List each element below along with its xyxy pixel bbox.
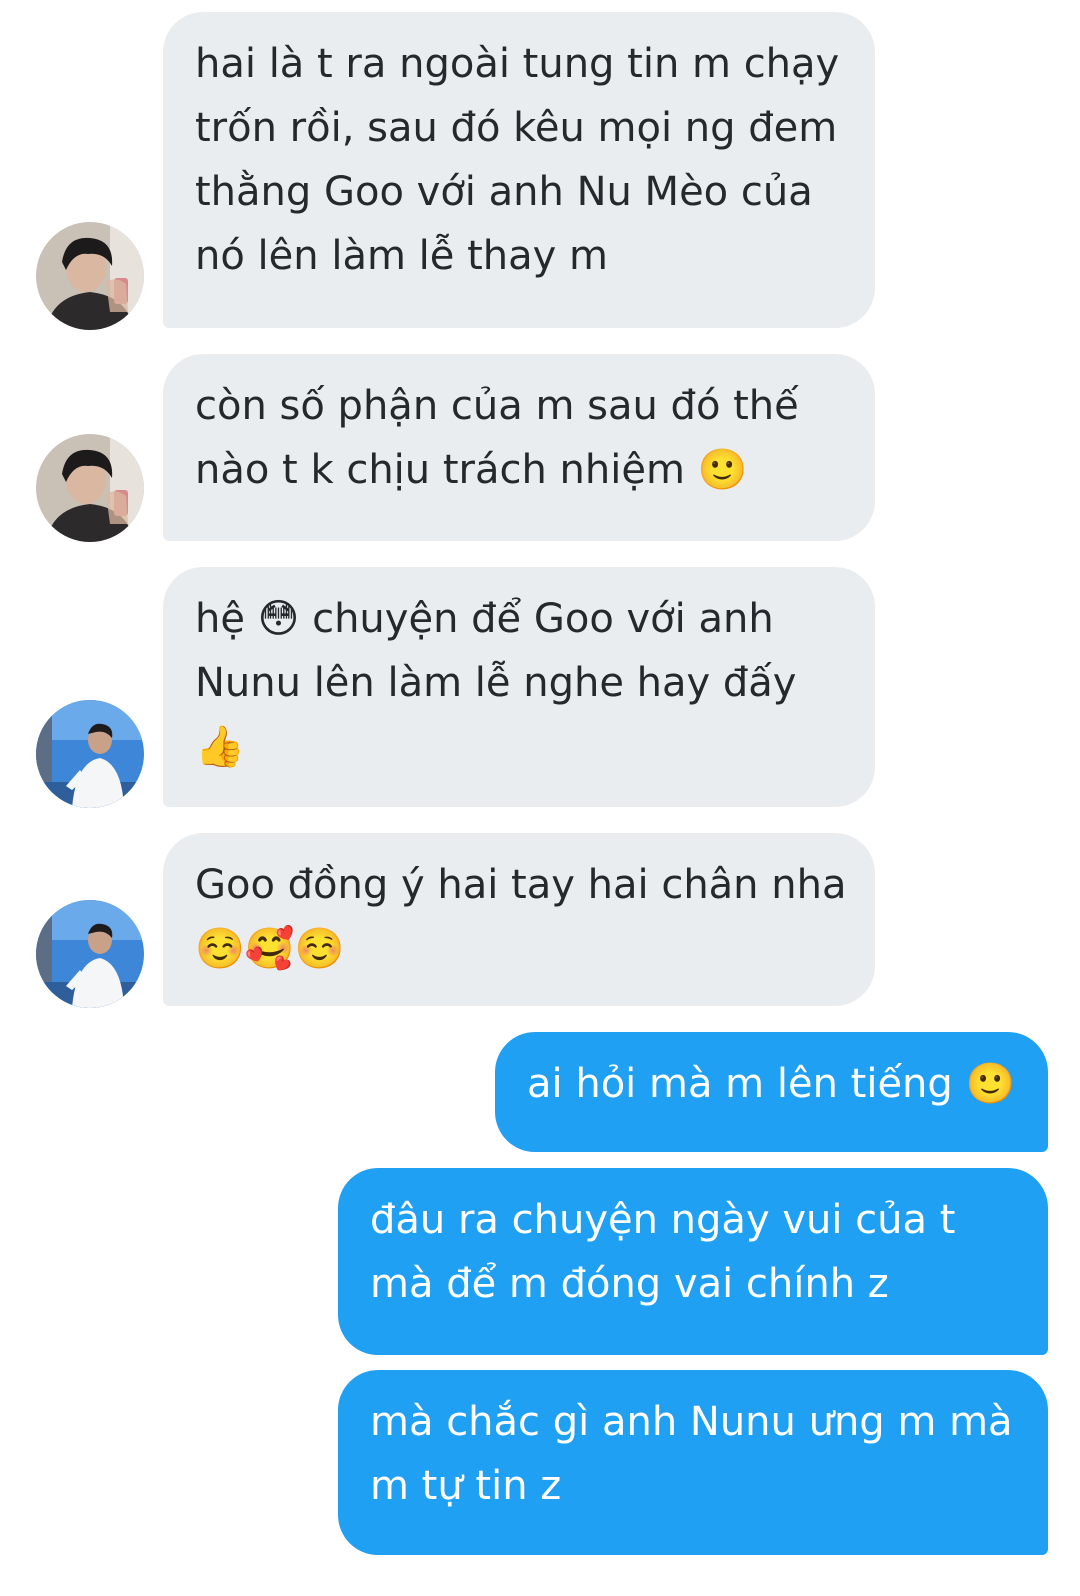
message-text-line: thằng Goo với anh Nu Mèo của: [195, 169, 813, 215]
message-text-line: m tự tin z: [370, 1463, 562, 1509]
person-beach-photo-icon: [36, 700, 144, 808]
sender-avatar[interactable]: [36, 222, 144, 330]
person-selfie-photo-icon: [36, 222, 144, 330]
message-text-line: ai hỏi mà m lên tiếng 🙂: [527, 1061, 1016, 1107]
message-text-line: Nunu lên làm lễ nghe hay đấy: [195, 660, 797, 706]
message-bubble-outgoing[interactable]: mà chắc gì anh Nunu ưng m mà m tự tin z: [338, 1370, 1048, 1555]
message-text-line: mà chắc gì anh Nunu ưng m mà: [370, 1399, 1013, 1445]
message-bubble-incoming[interactable]: Goo đồng ý hai tay hai chân nha ☺️🥰☺️: [163, 833, 875, 1006]
message-text-line: nào t k chịu trách nhiệm 🙂: [195, 447, 748, 493]
sender-avatar[interactable]: [36, 700, 144, 808]
message-text-line: trốn rồi, sau đó kêu mọi ng đem: [195, 105, 838, 151]
person-selfie-photo-icon: [36, 434, 144, 542]
chat-thread: hai là t ra ngoài tung tin m chạy trốn r…: [0, 0, 1080, 1596]
sender-avatar[interactable]: [36, 900, 144, 1008]
message-bubble-outgoing[interactable]: ai hỏi mà m lên tiếng 🙂: [495, 1032, 1048, 1152]
message-text-line: hệ 😳 chuyện để Goo với anh: [195, 596, 774, 642]
message-text-line: hai là t ra ngoài tung tin m chạy: [195, 41, 840, 87]
message-text-line: đâu ra chuyện ngày vui của t: [370, 1197, 956, 1243]
message-text-line: mà để m đóng vai chính z: [370, 1261, 889, 1307]
message-text-line: Goo đồng ý hai tay hai chân nha: [195, 862, 847, 908]
message-bubble-outgoing[interactable]: đâu ra chuyện ngày vui của t mà để m đón…: [338, 1168, 1048, 1355]
message-text-line: 👍: [195, 724, 245, 770]
message-text-line: còn số phận của m sau đó thế: [195, 383, 799, 429]
person-beach-photo-icon: [36, 900, 144, 1008]
message-text-line: ☺️🥰☺️: [195, 926, 345, 972]
message-text-line: nó lên làm lễ thay m: [195, 233, 608, 279]
sender-avatar[interactable]: [36, 434, 144, 542]
message-bubble-incoming[interactable]: còn số phận của m sau đó thế nào t k chị…: [163, 354, 875, 541]
message-bubble-incoming[interactable]: hệ 😳 chuyện để Goo với anh Nunu lên làm …: [163, 567, 875, 807]
message-bubble-incoming[interactable]: hai là t ra ngoài tung tin m chạy trốn r…: [163, 12, 875, 328]
